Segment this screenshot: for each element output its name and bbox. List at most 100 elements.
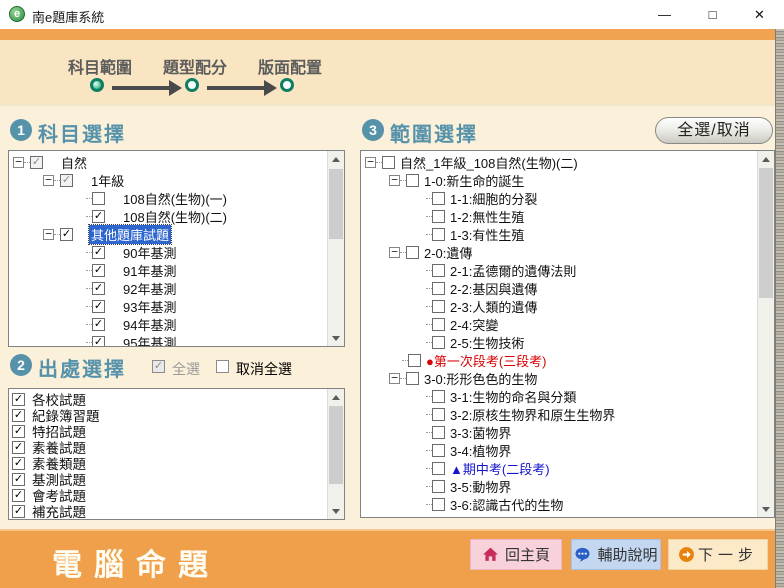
next-step-button[interactable]: 下一步 bbox=[668, 539, 768, 570]
maximize-icon[interactable]: □ bbox=[690, 0, 735, 29]
checkbox[interactable] bbox=[432, 390, 445, 403]
expand-toggle-icon[interactable]: − bbox=[365, 157, 376, 168]
checkbox[interactable] bbox=[432, 408, 445, 421]
expand-toggle-icon[interactable]: − bbox=[389, 373, 400, 384]
scroll-up-icon[interactable] bbox=[328, 151, 344, 167]
checkbox[interactable]: ✓ bbox=[12, 409, 25, 422]
tree-item-label[interactable]: 1年級 bbox=[89, 171, 126, 190]
checkbox[interactable] bbox=[432, 336, 445, 349]
checkbox[interactable]: ✓ bbox=[60, 228, 73, 241]
checkbox[interactable]: ✓ bbox=[60, 174, 73, 187]
checkbox[interactable] bbox=[432, 210, 445, 223]
tree-item-label[interactable]: 2-4:突變 bbox=[448, 315, 500, 334]
close-icon[interactable]: ✕ bbox=[737, 0, 782, 29]
deselect-all-label[interactable]: 取消全選 bbox=[236, 359, 292, 379]
tree-item-label[interactable]: 2-0:遺傳 bbox=[422, 243, 474, 262]
tree-item-label[interactable]: 108自然(生物)(二) bbox=[121, 207, 229, 226]
checkbox[interactable] bbox=[432, 498, 445, 511]
checkbox[interactable]: ✓ bbox=[12, 489, 25, 502]
scroll-down-icon[interactable] bbox=[328, 330, 344, 346]
checkbox[interactable] bbox=[432, 300, 445, 313]
tree-item-label[interactable]: 3-6:認識古代的生物 bbox=[448, 495, 565, 514]
vertical-scrollbar[interactable] bbox=[327, 389, 344, 519]
checkbox[interactable]: ✓ bbox=[30, 156, 43, 169]
tree-item-label[interactable]: ●第一次段考(三段考) bbox=[424, 351, 549, 370]
tree-item-label[interactable]: 90年基測 bbox=[121, 243, 178, 262]
select-all-checkbox[interactable]: ✓ bbox=[152, 360, 165, 373]
checkbox[interactable]: ✓ bbox=[12, 473, 25, 486]
checkbox[interactable]: ✓ bbox=[12, 457, 25, 470]
checkbox[interactable] bbox=[406, 174, 419, 187]
select-all-label[interactable]: 全選 bbox=[172, 359, 200, 379]
checkbox[interactable]: ✓ bbox=[92, 318, 105, 331]
checkbox[interactable]: ✓ bbox=[92, 246, 105, 259]
checkbox[interactable] bbox=[408, 354, 421, 367]
checkbox[interactable] bbox=[432, 480, 445, 493]
tree-item-label[interactable]: 2-5:生物技術 bbox=[448, 333, 526, 352]
checkbox[interactable] bbox=[432, 462, 445, 475]
checkbox[interactable]: ✓ bbox=[92, 300, 105, 313]
checkbox[interactable] bbox=[92, 192, 105, 205]
scrollbar-thumb[interactable] bbox=[329, 169, 343, 239]
expand-toggle-icon[interactable]: − bbox=[389, 247, 400, 258]
minimize-icon[interactable]: — bbox=[642, 0, 687, 29]
tree-item-label[interactable]: 自然_1年級_108自然(生物)(二) bbox=[398, 153, 580, 172]
checkbox[interactable] bbox=[432, 264, 445, 277]
tree-item-label[interactable]: 其他題庫試題 bbox=[89, 225, 171, 244]
checkbox[interactable]: ✓ bbox=[92, 336, 105, 348]
checkbox[interactable] bbox=[432, 318, 445, 331]
expand-toggle-icon[interactable]: − bbox=[43, 175, 54, 186]
tree-item-label[interactable]: 自然 bbox=[59, 153, 89, 172]
checkbox[interactable] bbox=[432, 444, 445, 457]
tree-item-label[interactable]: ▲期中考(二段考) bbox=[448, 459, 552, 478]
tree-item-label[interactable]: 1-2:無性生殖 bbox=[448, 207, 526, 226]
checkbox[interactable]: ✓ bbox=[92, 264, 105, 277]
tree-item-label[interactable]: 92年基測 bbox=[121, 279, 178, 298]
checkbox[interactable]: ✓ bbox=[92, 210, 105, 223]
expand-toggle-icon[interactable]: − bbox=[389, 175, 400, 186]
tree-item-label[interactable]: 3-5:動物界 bbox=[448, 477, 513, 496]
checkbox[interactable]: ✓ bbox=[12, 393, 25, 406]
checkbox[interactable]: ✓ bbox=[12, 505, 25, 518]
checkbox[interactable] bbox=[406, 372, 419, 385]
checkbox[interactable] bbox=[432, 426, 445, 439]
list-item-label[interactable]: 補充試題 bbox=[30, 501, 88, 520]
checkbox[interactable] bbox=[432, 228, 445, 241]
checkbox[interactable] bbox=[382, 156, 395, 169]
scrollbar-thumb[interactable] bbox=[759, 168, 773, 298]
tree-item-label[interactable]: 91年基測 bbox=[121, 261, 178, 280]
tree-item-label[interactable]: 94年基測 bbox=[121, 315, 178, 334]
tree-item-label[interactable]: 1-1:細胞的分裂 bbox=[448, 189, 539, 208]
tree-item-label[interactable]: 2-2:基因與遺傳 bbox=[448, 279, 539, 298]
tree-item-label[interactable]: 3-2:原核生物界和原生生物界 bbox=[448, 405, 617, 424]
home-button[interactable]: 回主頁 bbox=[470, 539, 562, 570]
tree-item-label[interactable]: 3-3:菌物界 bbox=[448, 423, 513, 442]
vertical-scrollbar[interactable] bbox=[757, 151, 774, 517]
tree-item-label[interactable]: 3-0:形形色色的生物 bbox=[422, 369, 539, 388]
checkbox[interactable] bbox=[406, 246, 419, 259]
checkbox[interactable]: ✓ bbox=[92, 282, 105, 295]
tree-item-label[interactable]: 1-0:新生命的誕生 bbox=[422, 171, 526, 190]
vertical-scrollbar[interactable] bbox=[327, 151, 344, 346]
checkbox[interactable] bbox=[432, 192, 445, 205]
tree-item-label[interactable]: 3-1:生物的命名與分類 bbox=[448, 387, 578, 406]
scroll-down-icon[interactable] bbox=[758, 501, 774, 517]
tree-item-label[interactable]: 108自然(生物)(一) bbox=[121, 189, 229, 208]
tree-item-label[interactable]: 3-4:植物界 bbox=[448, 441, 513, 460]
checkbox[interactable] bbox=[432, 282, 445, 295]
help-button[interactable]: 輔助說明 bbox=[571, 539, 661, 570]
toggle-select-all-button[interactable]: 全選/取消 bbox=[655, 117, 773, 144]
checkbox[interactable]: ✓ bbox=[12, 441, 25, 454]
expand-toggle-icon[interactable]: − bbox=[13, 157, 24, 168]
tree-item-label[interactable]: 2-3:人類的遺傳 bbox=[448, 297, 539, 316]
deselect-all-checkbox[interactable] bbox=[216, 360, 229, 373]
tree-item-label[interactable]: 1-3:有性生殖 bbox=[448, 225, 526, 244]
tree-item-label[interactable]: 95年基測 bbox=[121, 333, 178, 348]
scroll-up-icon[interactable] bbox=[328, 389, 344, 405]
tree-item-label[interactable]: 2-1:孟德爾的遺傳法則 bbox=[448, 261, 578, 280]
expand-toggle-icon[interactable]: − bbox=[43, 229, 54, 240]
scroll-down-icon[interactable] bbox=[328, 503, 344, 519]
tree-item-label[interactable]: 93年基測 bbox=[121, 297, 178, 316]
scroll-up-icon[interactable] bbox=[758, 151, 774, 167]
checkbox[interactable]: ✓ bbox=[12, 425, 25, 438]
